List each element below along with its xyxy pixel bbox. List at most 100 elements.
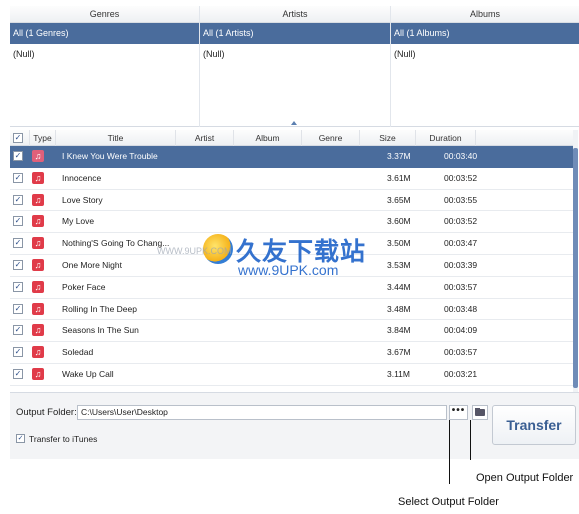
track-size: 3.65M bbox=[387, 194, 411, 205]
header-artist[interactable]: Artist bbox=[176, 130, 234, 146]
track-size: 3.67M bbox=[387, 347, 411, 358]
watermark-url: www.9UPK.com bbox=[238, 262, 339, 278]
output-panel: Output Folder: C:\Users\User\Desktop •••… bbox=[10, 392, 579, 459]
transfer-to-itunes-label: Transfer to iTunes bbox=[29, 434, 98, 444]
music-note-icon: ♫ bbox=[32, 171, 44, 184]
music-note-icon: ♫ bbox=[32, 324, 44, 337]
table-row[interactable]: ✓ ♫ Seasons In The Sun 3.84M 00:04:09 bbox=[10, 320, 575, 343]
row-checkbox[interactable]: ✓ bbox=[13, 151, 23, 161]
albums-header[interactable]: Albums bbox=[391, 6, 579, 23]
track-size: 3.44M bbox=[387, 281, 411, 292]
header-title[interactable]: Title bbox=[56, 130, 176, 146]
select-all-checkbox[interactable]: ✓ bbox=[13, 133, 23, 143]
output-folder-label: Output Folder: bbox=[16, 407, 77, 418]
row-checkbox[interactable]: ✓ bbox=[13, 303, 23, 314]
header-duration[interactable]: Duration bbox=[416, 130, 476, 146]
track-duration: 00:03:40 bbox=[444, 151, 478, 161]
row-checkbox[interactable]: ✓ bbox=[13, 347, 23, 358]
track-title: My Love bbox=[62, 216, 95, 227]
output-folder-field[interactable]: C:\Users\User\Desktop bbox=[77, 405, 447, 420]
track-title: One More Night bbox=[62, 259, 122, 270]
albums-null-item[interactable]: (Null) bbox=[391, 44, 579, 65]
track-title: Love Story bbox=[62, 194, 103, 205]
music-note-icon: ♫ bbox=[32, 302, 44, 315]
table-row[interactable]: ✓ ♫ Wake Up Call 3.11M 00:03:21 bbox=[10, 364, 575, 386]
track-duration: 00:03:52 bbox=[444, 216, 478, 227]
music-note-icon: ♫ bbox=[32, 237, 44, 250]
track-title: Poker Face bbox=[62, 281, 106, 292]
header-type[interactable]: Type bbox=[30, 130, 56, 146]
scrollbar-thumb[interactable] bbox=[573, 148, 578, 388]
table-row[interactable]: ✓ ♫ Rolling In The Deep 3.48M 00:03:48 bbox=[10, 299, 575, 321]
select-folder-callout: Select Output Folder bbox=[398, 496, 499, 508]
music-note-icon: ♫ bbox=[32, 193, 44, 206]
track-size: 3.61M bbox=[387, 172, 411, 183]
track-duration: 00:03:57 bbox=[444, 281, 478, 292]
genres-all-item[interactable]: All (1 Genres) bbox=[10, 23, 199, 44]
genres-pane: Genres All (1 Genres) (Null) bbox=[10, 6, 200, 127]
open-folder-callout: Open Output Folder bbox=[476, 472, 574, 484]
open-output-folder-button[interactable] bbox=[472, 405, 488, 420]
music-note-icon: ♫ bbox=[32, 150, 44, 162]
albums-all-item[interactable]: All (1 Albums) bbox=[391, 23, 579, 44]
track-size: 3.37M bbox=[387, 151, 411, 161]
track-duration: 00:03:48 bbox=[444, 303, 478, 314]
select-output-folder-button[interactable]: ••• bbox=[449, 405, 468, 420]
track-title: Soledad bbox=[62, 347, 94, 358]
table-row[interactable]: ✓ ♫ Poker Face 3.44M 00:03:57 bbox=[10, 277, 575, 299]
table-row[interactable]: ✓ ♫ My Love 3.60M 00:03:52 bbox=[10, 211, 575, 234]
select-folder-callout-line bbox=[449, 420, 450, 484]
header-genre[interactable]: Genre bbox=[302, 130, 360, 146]
track-size: 3.60M bbox=[387, 216, 411, 227]
header-size[interactable]: Size bbox=[360, 130, 416, 146]
table-row[interactable]: ✓ ♫ I Knew You Were Trouble 3.37M 00:03:40 bbox=[10, 146, 575, 168]
library-browser: Genres All (1 Genres) (Null) Artists All… bbox=[10, 6, 579, 127]
row-checkbox[interactable]: ✓ bbox=[13, 281, 23, 292]
music-note-icon: ♫ bbox=[32, 215, 44, 228]
music-note-icon: ♫ bbox=[32, 258, 44, 271]
watermark-url-small: WWW.9UPK.COM bbox=[157, 246, 232, 256]
row-checkbox[interactable]: ✓ bbox=[13, 325, 23, 336]
track-duration: 00:03:55 bbox=[444, 194, 478, 205]
albums-pane: Albums All (1 Albums) (Null) bbox=[391, 6, 579, 127]
transfer-button[interactable]: Transfer bbox=[492, 405, 576, 445]
transfer-to-itunes-checkbox[interactable]: ✓ bbox=[16, 434, 25, 443]
table-row[interactable]: ✓ ♫ Love Story 3.65M 00:03:55 bbox=[10, 190, 575, 212]
track-duration: 00:03:21 bbox=[444, 368, 478, 379]
track-duration: 00:03:47 bbox=[444, 238, 478, 249]
open-folder-callout-line bbox=[470, 420, 471, 460]
track-title: Seasons In The Sun bbox=[62, 325, 139, 336]
genres-header[interactable]: Genres bbox=[10, 6, 199, 23]
artists-header[interactable]: Artists bbox=[200, 6, 390, 23]
table-row[interactable]: ✓ ♫ Innocence 3.61M 00:03:52 bbox=[10, 168, 575, 190]
collapse-arrow-icon[interactable] bbox=[291, 121, 297, 125]
track-duration: 00:04:09 bbox=[444, 325, 478, 336]
table-row[interactable]: ✓ ♫ Soledad 3.67M 00:03:57 bbox=[10, 342, 575, 364]
music-note-icon: ♫ bbox=[32, 367, 44, 380]
table-scrollbar[interactable] bbox=[573, 130, 578, 392]
row-checkbox[interactable]: ✓ bbox=[13, 172, 23, 183]
track-size: 3.53M bbox=[387, 259, 411, 270]
music-note-icon: ♫ bbox=[32, 280, 44, 293]
artists-null-item[interactable]: (Null) bbox=[200, 44, 390, 65]
track-title: Rolling In The Deep bbox=[62, 303, 137, 314]
track-size: 3.84M bbox=[387, 325, 411, 336]
row-checkbox[interactable]: ✓ bbox=[13, 368, 23, 379]
track-duration: 00:03:57 bbox=[444, 347, 478, 358]
artists-all-item[interactable]: All (1 Artists) bbox=[200, 23, 390, 44]
header-select-all[interactable]: ✓ bbox=[10, 130, 30, 146]
music-note-icon: ♫ bbox=[32, 346, 44, 359]
row-checkbox[interactable]: ✓ bbox=[13, 216, 23, 227]
track-size: 3.11M bbox=[387, 368, 410, 379]
genres-null-item[interactable]: (Null) bbox=[10, 44, 199, 65]
row-checkbox[interactable]: ✓ bbox=[13, 238, 23, 249]
table-header: ✓ Type Title Artist Album Genre Size Dur… bbox=[10, 130, 575, 146]
row-checkbox[interactable]: ✓ bbox=[13, 194, 23, 205]
track-title: Wake Up Call bbox=[62, 368, 114, 379]
row-checkbox[interactable]: ✓ bbox=[13, 259, 23, 270]
header-album[interactable]: Album bbox=[234, 130, 302, 146]
track-duration: 00:03:52 bbox=[444, 172, 478, 183]
track-title: Innocence bbox=[62, 172, 102, 183]
track-size: 3.50M bbox=[387, 238, 411, 249]
track-duration: 00:03:39 bbox=[444, 259, 478, 270]
